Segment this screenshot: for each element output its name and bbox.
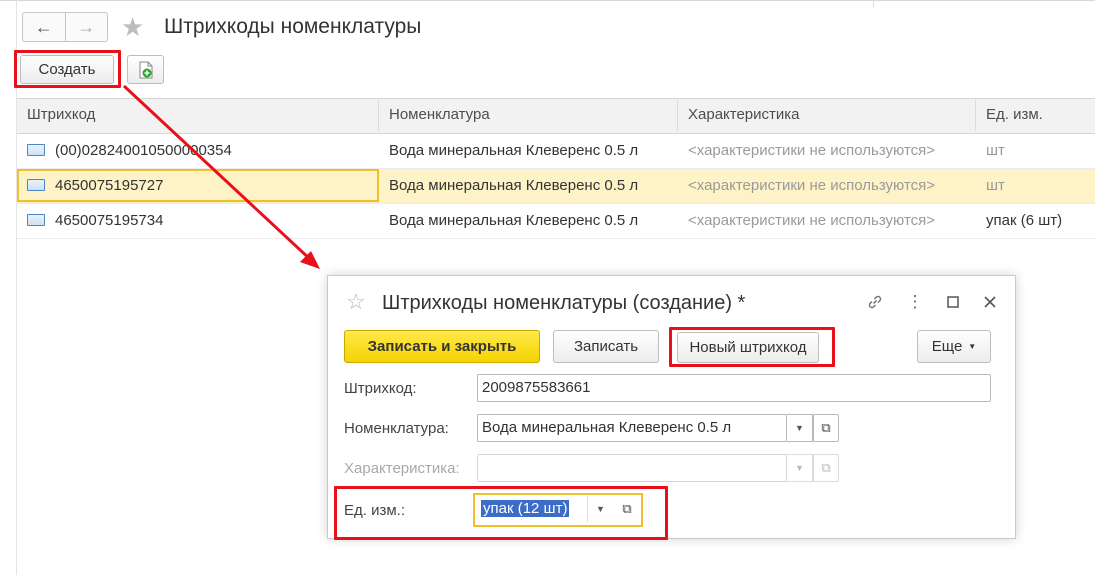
open-icon: ⧉ [821,460,831,475]
window-divider [873,0,874,8]
item-input[interactable]: Вода минеральная Клеверенс 0.5 л [477,414,787,442]
barcodes-table: Штрихкод Номенклатура Характеристика Ед.… [17,98,1095,239]
item-dropdown-button[interactable]: ▼ [787,414,813,442]
save-button[interactable]: Записать [553,330,659,363]
arrow-left-icon: ← [34,16,53,37]
unit-cell: шт [986,177,1005,194]
unit-cell: шт [986,142,1005,159]
column-header-barcode[interactable]: Штрихкод [17,99,379,131]
chevron-down-icon: ▼ [968,342,977,351]
more-button[interactable]: Еще ▼ [917,330,991,363]
characteristic-cell: <характеристики не используются> [688,177,936,194]
item-label: Номенклатура: [344,420,449,437]
maximize-icon[interactable] [942,290,964,314]
window-top-border [0,0,1095,1]
copy-button[interactable] [127,55,164,84]
item-cell: Вода минеральная Клеверенс 0.5 л [389,177,639,194]
barcode-label: Штрихкод: [344,380,417,397]
link-icon[interactable] [864,290,886,314]
unit-cell: упак (6 шт) [986,212,1063,229]
column-header-unit[interactable]: Ед. изм. [976,99,1095,131]
item-open-button[interactable]: ⧉ [813,414,839,442]
table-row[interactable]: 4650075195734 Вода минеральная Клеверенс… [17,204,1095,239]
save-and-close-button[interactable]: Записать и закрыть [344,330,540,363]
characteristic-input [477,454,787,482]
page-title: Штрихкоды номенклатуры [164,15,422,38]
document-add-icon [139,61,152,78]
column-header-characteristic[interactable]: Характеристика [678,99,976,131]
create-barcode-dialog: ☆ Штрихкоды номенклатуры (создание) * ⋮ … [327,275,1016,540]
item-cell: Вода минеральная Клеверенс 0.5 л [389,142,639,159]
barcode-input[interactable]: 2009875583661 [477,374,991,402]
table-row[interactable]: (00)028240010500000354 Вода минеральная … [17,134,1095,169]
barcode-value: (00)028240010500000354 [55,142,232,159]
characteristic-dropdown-button: ▼ [787,454,813,482]
dialog-title: Штрихкоды номенклатуры (создание) * [382,292,746,314]
more-button-label: Еще [931,338,963,355]
chevron-down-icon: ▼ [795,423,804,433]
forward-button[interactable]: → [64,13,108,41]
item-cell: Вода минеральная Клеверенс 0.5 л [389,212,639,229]
more-vertical-icon[interactable]: ⋮ [904,290,926,314]
barcode-cell: 4650075195734 [17,204,379,237]
barcode-icon [27,214,45,227]
highlight-frame-unit [334,486,668,540]
characteristic-cell: <характеристики не используются> [688,142,936,159]
navigation-buttons: ← → [22,12,108,42]
barcode-value: 4650075195727 [55,177,164,194]
barcode-value: 4650075195734 [55,212,164,229]
star-icon[interactable]: ★ [121,12,144,42]
barcode-icon [27,179,45,192]
column-header-item[interactable]: Номенклатура [379,99,678,131]
barcode-cell: (00)028240010500000354 [17,134,379,167]
barcode-icon [27,144,45,157]
barcode-cell: 4650075195727 [17,169,379,202]
highlight-frame-new-barcode [669,327,835,367]
characteristic-label: Характеристика: [344,460,460,477]
table-row[interactable]: 4650075195727 Вода минеральная Клеверенс… [17,169,1095,204]
characteristic-cell: <характеристики не используются> [688,212,936,229]
close-icon[interactable] [979,290,1001,314]
chevron-down-icon: ▼ [795,463,804,473]
highlight-frame-create [14,50,121,88]
back-button[interactable]: ← [23,13,65,41]
table-header: Штрихкод Номенклатура Характеристика Ед.… [17,98,1095,134]
open-icon: ⧉ [821,420,831,435]
star-icon[interactable]: ☆ [346,290,366,314]
characteristic-open-button: ⧉ [813,454,839,482]
arrow-right-icon: → [77,16,96,37]
